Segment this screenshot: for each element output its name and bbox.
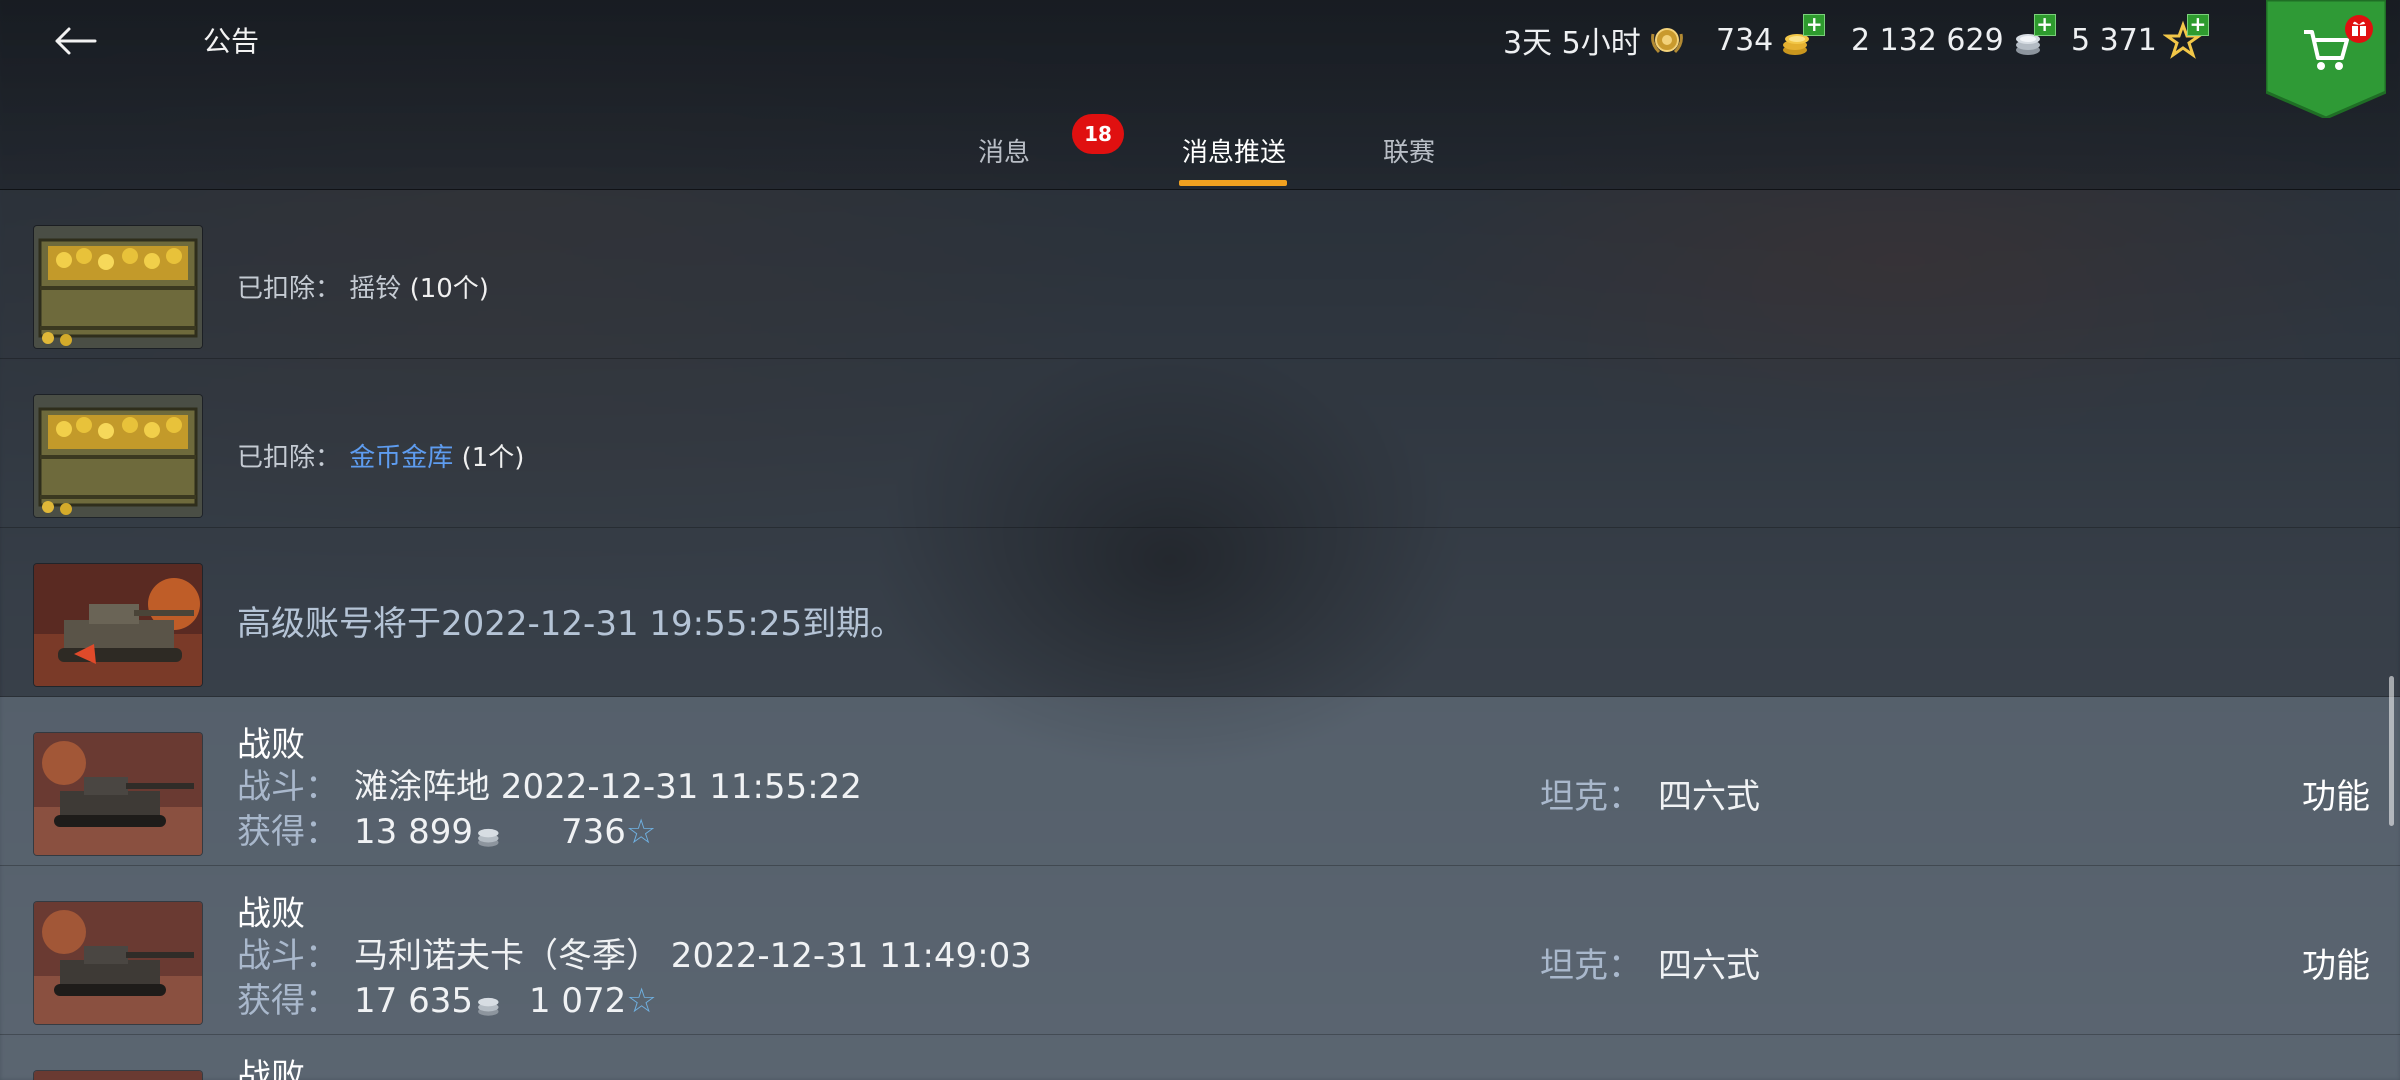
- list-item[interactable]: 已扣除： 摇铃 (10个): [0, 190, 2400, 359]
- shopping-cart-icon: [2304, 30, 2349, 70]
- deduction-prefix: 已扣除：: [237, 443, 342, 473]
- premium-time-text: 3天 5小时: [1503, 26, 1641, 61]
- add-free-xp-button[interactable]: +: [2186, 14, 2209, 36]
- credits-display[interactable]: 2 132 629 +: [1851, 14, 2056, 60]
- free-xp-amount: 5 371: [2071, 22, 2157, 58]
- premium-tank-thumbnail: [34, 564, 202, 686]
- battle-result-item[interactable]: 战败: [0, 1035, 2400, 1080]
- notice-suffix: 到期。: [802, 604, 905, 644]
- battle-map-datetime: 马利诺夫卡（冬季） 2022-12-31 11:49:03: [354, 936, 1032, 976]
- battle-defeat-thumbnail: [34, 1071, 202, 1080]
- message-list[interactable]: 已扣除： 摇铃 (10个) 已扣除： 金币金库 (1个) 高级账号将于2022-…: [0, 190, 2400, 1080]
- tank-label: 坦克：: [1540, 946, 1642, 986]
- tank-label: 坦克：: [1540, 777, 1642, 817]
- function-button[interactable]: 功能: [2302, 938, 2370, 987]
- free-xp-star-icon: +: [2162, 14, 2209, 60]
- item-name-link[interactable]: 金币金库: [349, 443, 453, 473]
- battle-result-item[interactable]: 战败 战斗： 滩涂阵地 2022-12-31 11:55:22 获得： 13 899…: [0, 697, 2400, 866]
- earnings-line: 获得： 13 899 736☆: [237, 804, 656, 853]
- deduction-text: 已扣除： 摇铃 (10个): [237, 268, 489, 305]
- battle-result-title: 战败: [237, 1057, 305, 1080]
- tab-league[interactable]: 联赛: [1383, 132, 1435, 169]
- battle-map-datetime: 滩涂阵地 2022-12-31 11:55:22: [354, 767, 862, 807]
- earned-label: 获得：: [237, 812, 339, 852]
- back-button[interactable]: [40, 14, 110, 68]
- tab-bar: 消息 消息推送 联赛: [0, 120, 2400, 190]
- earned-credits: 17 635: [354, 981, 473, 1021]
- function-button[interactable]: 功能: [2302, 769, 2370, 818]
- silver-credits-icon: +: [2010, 14, 2056, 60]
- premium-time-display[interactable]: 3天 5小时: [1503, 20, 1689, 61]
- list-item[interactable]: 已扣除： 金币金库 (1个): [0, 359, 2400, 528]
- premium-expiry-notice: 高级账号将于2022-12-31 19:55:25到期。: [237, 596, 904, 645]
- battle-info-line: 战斗： 马利诺夫卡（冬季） 2022-12-31 11:49:03: [237, 928, 1032, 977]
- scrollbar[interactable]: [2389, 676, 2394, 826]
- credits-amount: 2 132 629: [1851, 22, 2004, 58]
- deduction-prefix: 已扣除：: [237, 274, 342, 304]
- gold-coins-icon: +: [1779, 14, 1826, 60]
- silver-credits-icon: [478, 997, 499, 1016]
- tank-name: 四六式: [1658, 946, 1760, 986]
- gold-display[interactable]: 734 +: [1716, 14, 1826, 60]
- deduction-text: 已扣除： 金币金库 (1个): [237, 437, 524, 474]
- item-quantity: (10个): [409, 274, 489, 304]
- page-title: 公告: [203, 25, 260, 58]
- tab-message-push[interactable]: 消息推送: [1182, 132, 1286, 169]
- free-xp-display[interactable]: 5 371 +: [2071, 14, 2209, 60]
- unread-count-badge: 18: [1072, 114, 1124, 154]
- add-credits-button[interactable]: +: [2033, 14, 2056, 36]
- earnings-line: 获得： 17 635 1 072☆: [237, 973, 657, 1022]
- expiry-datetime: 2022-12-31 19:55:25: [441, 604, 803, 644]
- earned-xp: 1 072: [528, 981, 627, 1021]
- battle-label: 战斗：: [237, 936, 339, 976]
- shop-button[interactable]: [2264, 0, 2388, 120]
- gold-chest-thumbnail: [34, 226, 202, 348]
- battle-defeat-thumbnail: [34, 733, 202, 855]
- earned-label: 获得：: [237, 981, 339, 1021]
- xp-star-icon: ☆: [625, 812, 657, 852]
- active-tab-indicator: [1179, 180, 1287, 186]
- xp-star-icon: ☆: [626, 981, 657, 1021]
- item-name: 摇铃: [349, 274, 402, 304]
- battle-info-line: 战斗： 滩涂阵地 2022-12-31 11:55:22: [237, 759, 862, 808]
- gold-amount: 734: [1716, 22, 1774, 58]
- silver-credits-icon: [478, 828, 499, 847]
- battle-label: 战斗：: [237, 767, 339, 807]
- list-item[interactable]: 高级账号将于2022-12-31 19:55:25到期。: [0, 528, 2400, 697]
- gold-chest-thumbnail: [34, 395, 202, 517]
- earned-xp: 736: [560, 812, 626, 852]
- battle-result-item[interactable]: 战败 战斗： 马利诺夫卡（冬季） 2022-12-31 11:49:03 获得： 1…: [0, 866, 2400, 1035]
- battle-defeat-thumbnail: [34, 902, 202, 1024]
- tab-messages[interactable]: 消息: [978, 132, 1030, 169]
- gift-icon: [2345, 15, 2373, 43]
- earned-credits: 13 899: [354, 812, 473, 852]
- tank-name: 四六式: [1658, 777, 1760, 817]
- item-quantity: (1个): [461, 443, 525, 473]
- premium-medal-icon: [1647, 20, 1689, 60]
- back-arrow-icon: [55, 27, 97, 55]
- notice-prefix: 高级账号将于: [237, 604, 441, 644]
- add-gold-button[interactable]: +: [1803, 14, 1826, 36]
